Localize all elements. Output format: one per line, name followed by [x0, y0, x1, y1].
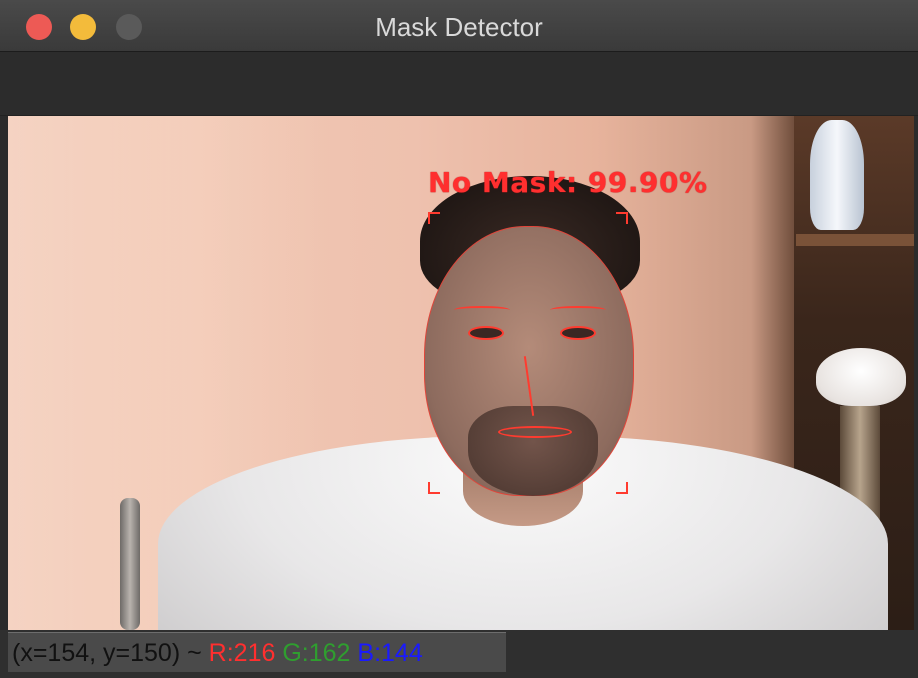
left-eye-outline [468, 326, 504, 340]
separator: ~ [180, 639, 209, 667]
pixel-info: (x=154, y=150) ~ R:216 G:162 B:144 [8, 632, 506, 672]
toolbar [0, 52, 918, 116]
window-title: Mask Detector [375, 12, 543, 42]
camera-frame[interactable]: No Mask: 99.90% [8, 116, 914, 630]
green-value: G:162 [282, 639, 351, 667]
pixel-coordinates: (x=154, y=150) [12, 639, 181, 667]
left-eyebrow-outline [454, 306, 510, 314]
mouth-outline [498, 426, 572, 438]
detection-box-corner [428, 482, 440, 494]
shelf [796, 234, 914, 246]
title-bar[interactable]: Mask Detector [0, 0, 918, 52]
detection-box-corner [616, 212, 628, 224]
metal-pole [120, 498, 140, 630]
detection-label: No Mask: 99.90% [428, 166, 708, 199]
beard [468, 406, 598, 496]
app-window: Mask Detector No Mask: 99.90% (x=154, y=… [0, 0, 918, 678]
right-eyebrow-outline [550, 306, 606, 314]
detection-box-corner [428, 212, 440, 224]
vase [810, 120, 864, 230]
detection-box-corner [616, 482, 628, 494]
right-eye-outline [560, 326, 596, 340]
lamp-shade [816, 348, 906, 406]
status-bar: (x=154, y=150) ~ R:216 G:162 B:144 [0, 630, 918, 678]
red-value: R:216 [208, 639, 276, 667]
blue-value: B:144 [357, 639, 423, 667]
